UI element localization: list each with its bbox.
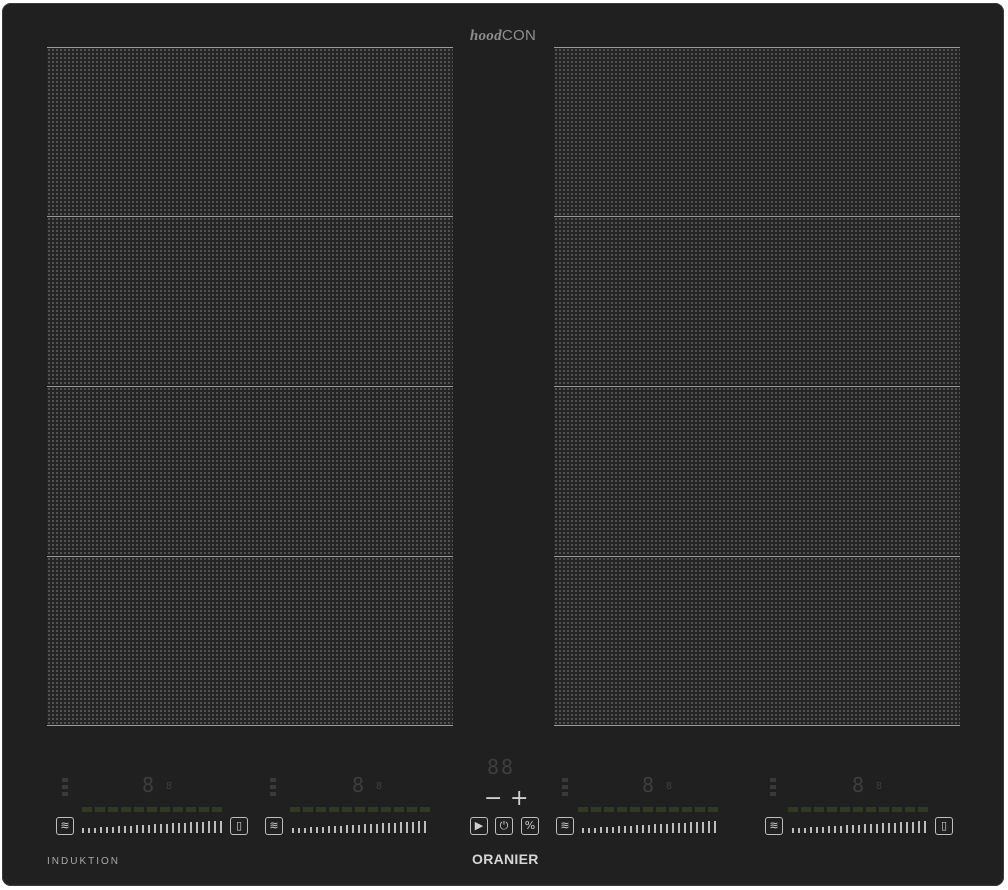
settings-icon[interactable]: % — [521, 817, 539, 835]
power-level-suffix: 8 — [376, 781, 383, 792]
right-zone-3[interactable] — [554, 386, 960, 555]
left-zone-2[interactable] — [47, 216, 453, 385]
power-slider[interactable] — [582, 821, 716, 833]
cooktop-panel: hoodCON 8 8 ≋ ▯ 8 8 ≋ 88 − + ▶ ⏻ % 8 8 ≋ — [2, 3, 1004, 886]
power-slider[interactable] — [792, 821, 926, 833]
zone-indicator-icons — [62, 778, 68, 796]
zone-indicator-icons — [770, 778, 776, 796]
level-bar — [82, 807, 222, 812]
heat-wave-icon[interactable]: ≋ — [265, 817, 283, 835]
left-zone-1[interactable] — [47, 47, 453, 216]
right-zone-2[interactable] — [554, 216, 960, 385]
pot-icon[interactable]: ▯ — [230, 817, 248, 835]
zone-indicator-icons — [562, 778, 568, 796]
power-icon[interactable]: ⏻ — [495, 817, 513, 835]
induktion-label: INDUKTION — [47, 856, 120, 867]
left-zone-3[interactable] — [47, 386, 453, 555]
left-zone-4[interactable] — [47, 556, 453, 726]
zone-indicator-icons — [270, 778, 276, 796]
power-level-suffix: 8 — [876, 781, 883, 792]
power-level-display: 8 — [352, 773, 367, 797]
power-level-suffix: 8 — [166, 781, 173, 792]
right-zone-1[interactable] — [554, 47, 960, 216]
right-zone-4[interactable] — [554, 556, 960, 726]
hoodcon-logo: hoodCON — [469, 27, 537, 44]
timer-display: 88 — [487, 755, 516, 779]
heat-wave-icon[interactable]: ≋ — [556, 817, 574, 835]
power-level-suffix: 8 — [666, 781, 673, 792]
power-level-display: 8 — [142, 773, 157, 797]
level-bar — [578, 807, 718, 812]
power-level-display: 8 — [642, 773, 657, 797]
power-slider[interactable] — [82, 821, 222, 833]
plus-button[interactable]: + — [510, 786, 528, 811]
power-slider[interactable] — [292, 821, 426, 833]
power-level-display: 8 — [852, 773, 867, 797]
oranier-logo: ORANIER — [472, 851, 539, 867]
heat-wave-icon[interactable]: ≋ — [56, 817, 74, 835]
level-bar — [788, 807, 928, 812]
play-icon[interactable]: ▶ — [470, 817, 488, 835]
pot-icon[interactable]: ▯ — [935, 817, 953, 835]
level-bar — [290, 807, 430, 812]
heat-wave-icon[interactable]: ≋ — [765, 817, 783, 835]
minus-button[interactable]: − — [484, 786, 502, 811]
